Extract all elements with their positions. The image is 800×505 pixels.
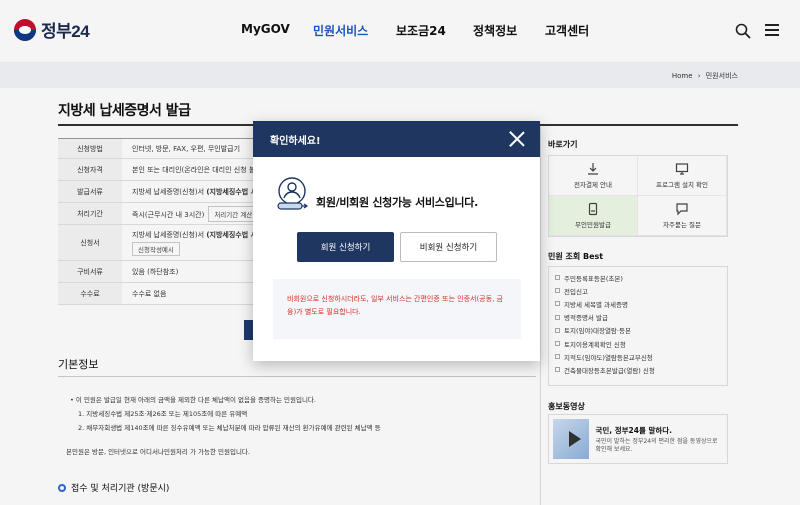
user-card-icon [277,177,309,210]
close-icon[interactable] [508,130,526,148]
notice-box: 비회원으로 신청하시더라도, 일부 서비스는 간편인증 또는 인증서(공동, 금… [273,279,521,339]
notice-text: 비회원으로 신청하시더라도, 일부 서비스는 간편인증 또는 인증서(공동, 금… [287,295,503,316]
modal-header: 확인하세요! [253,121,540,157]
modal-title: 확인하세요! [270,136,321,147]
modal-message: 회원/비회원 신청가능 서비스입니다. [316,196,478,209]
member-apply-button[interactable]: 회원 신청하기 [297,232,394,262]
guest-apply-button[interactable]: 비회원 신청하기 [400,232,497,262]
confirm-modal: 확인하세요! 회원/비회원 신청가능 서비스입니다. 회원 신청하기 비회원 신… [253,121,540,361]
